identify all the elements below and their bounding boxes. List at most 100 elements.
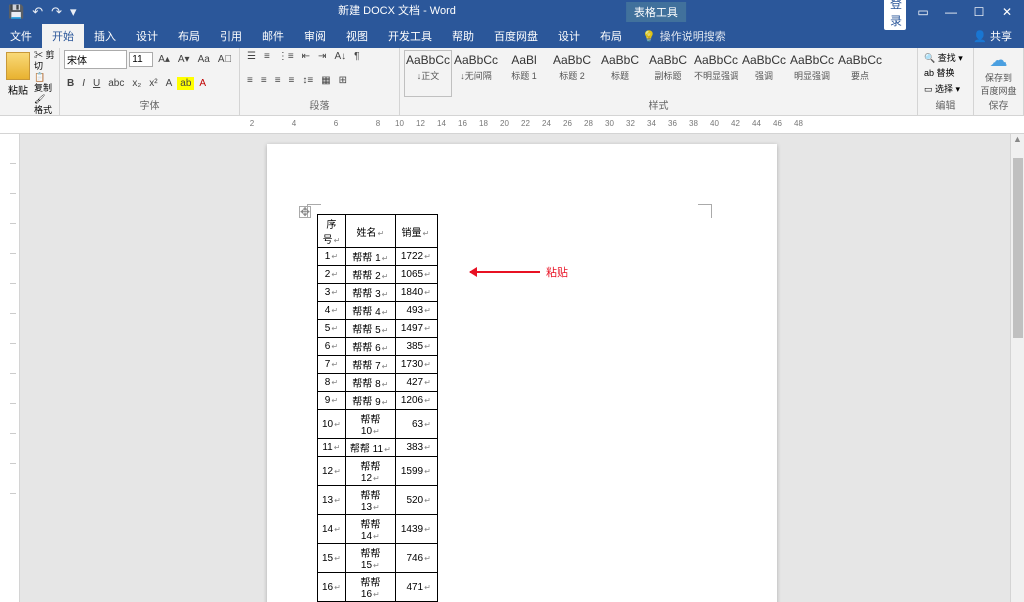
style-item[interactable]: AaBbC副标题 [644,50,692,97]
table-row[interactable]: 8↵帮帮 8↵427↵ [318,374,438,392]
borders-icon[interactable]: ⊞ [336,74,350,87]
tab-baidu[interactable]: 百度网盘 [484,24,548,48]
table-row[interactable]: 6↵帮帮 6↵385↵ [318,338,438,356]
tab-design[interactable]: 设计 [126,24,168,48]
table-cell[interactable]: 帮帮 1↵ [345,248,395,266]
table-move-handle[interactable]: ✥ [299,206,311,218]
table-cell[interactable]: 1599↵ [395,457,437,486]
table-cell[interactable]: 427↵ [395,374,437,392]
table-cell[interactable]: 1↵ [318,248,346,266]
table-row[interactable]: 10↵帮帮 10↵63↵ [318,410,438,439]
page[interactable]: ✥ 序号↵姓名↵销量↵ 1↵帮帮 1↵1722↵2↵帮帮 2↵1065↵3↵帮帮… [267,144,777,602]
table-cell[interactable]: 帮帮 15↵ [345,544,395,573]
ribbon-options-icon[interactable]: ▭ [912,5,934,19]
table-cell[interactable]: 帮帮 10↵ [345,410,395,439]
table-cell[interactable]: 5↵ [318,320,346,338]
table-cell[interactable]: 4↵ [318,302,346,320]
find-button[interactable]: 🔍 查找 ▾ [922,50,969,65]
table-cell[interactable]: 帮帮 7↵ [345,356,395,374]
table-cell[interactable]: 帮帮 16↵ [345,573,395,602]
style-item[interactable]: AaBbC标题 [596,50,644,97]
table-cell[interactable]: 帮帮 5↵ [345,320,395,338]
multilevel-icon[interactable]: ⋮≡ [275,50,297,63]
table-row[interactable]: 3↵帮帮 3↵1840↵ [318,284,438,302]
vertical-ruler[interactable] [0,134,20,602]
paste-button[interactable]: 粘贴 [4,82,32,97]
table-cell[interactable]: 帮帮 4↵ [345,302,395,320]
table-cell[interactable]: 帮帮 12↵ [345,457,395,486]
clear-format-icon[interactable]: A⃠ [215,53,235,66]
grow-font-icon[interactable]: A▴ [155,53,173,66]
font-size-select[interactable]: 11 [129,52,153,67]
table-cell[interactable]: 471↵ [395,573,437,602]
strike-button[interactable]: abc [105,77,127,90]
tab-developer[interactable]: 开发工具 [378,24,442,48]
document-canvas[interactable]: ✥ 序号↵姓名↵销量↵ 1↵帮帮 1↵1722↵2↵帮帮 2↵1065↵3↵帮帮… [20,134,1024,602]
indent-left-icon[interactable]: ⇤ [299,50,313,63]
table-row[interactable]: 5↵帮帮 5↵1497↵ [318,320,438,338]
data-table[interactable]: 序号↵姓名↵销量↵ 1↵帮帮 1↵1722↵2↵帮帮 2↵1065↵3↵帮帮 3… [317,214,438,602]
font-name-select[interactable]: 宋体 [64,50,127,69]
tab-view[interactable]: 视图 [336,24,378,48]
vertical-scrollbar[interactable]: ▲ [1010,134,1024,602]
font-color-icon[interactable]: A [196,77,209,90]
table-cell[interactable]: 14↵ [318,515,346,544]
table-cell[interactable]: 1722↵ [395,248,437,266]
table-cell[interactable]: 6↵ [318,338,346,356]
sort-icon[interactable]: A↓ [331,50,349,63]
share-button[interactable]: 👤 共享 [961,28,1024,44]
table-cell[interactable]: 1065↵ [395,266,437,284]
table-cell[interactable]: 8↵ [318,374,346,392]
tab-insert[interactable]: 插入 [84,24,126,48]
tell-me-search[interactable]: 💡 操作说明搜索 [642,28,726,44]
tab-references[interactable]: 引用 [210,24,252,48]
horizontal-ruler[interactable]: 2468101214161820222426283032343638404244… [0,116,1024,134]
table-row[interactable]: 16↵帮帮 16↵471↵ [318,573,438,602]
replace-button[interactable]: ab 替换 [922,65,969,80]
table-cell[interactable]: 11↵ [318,439,346,457]
table-cell[interactable]: 13↵ [318,486,346,515]
table-cell[interactable]: 帮帮 2↵ [345,266,395,284]
style-item[interactable]: AaBl标题 1 [500,50,548,97]
highlight-icon[interactable]: ab [177,77,194,90]
align-left-icon[interactable]: ≡ [244,74,256,87]
scroll-thumb[interactable] [1013,158,1023,338]
table-row[interactable]: 1↵帮帮 1↵1722↵ [318,248,438,266]
table-cell[interactable]: 2↵ [318,266,346,284]
table-cell[interactable]: 帮帮 8↵ [345,374,395,392]
table-row[interactable]: 2↵帮帮 2↵1065↵ [318,266,438,284]
table-cell[interactable]: 1206↵ [395,392,437,410]
cloud-icon[interactable]: ☁ [978,50,1019,71]
table-header-cell[interactable]: 姓名↵ [345,215,395,248]
subscript-button[interactable]: x₂ [129,77,144,90]
indent-right-icon[interactable]: ⇥ [315,50,329,63]
table-cell[interactable]: 63↵ [395,410,437,439]
bold-button[interactable]: B [64,77,77,90]
table-cell[interactable]: 3↵ [318,284,346,302]
style-item[interactable]: AaBbCcDı明显强调 [788,50,836,97]
shrink-font-icon[interactable]: A▾ [175,53,193,66]
table-row[interactable]: 14↵帮帮 14↵1439↵ [318,515,438,544]
tab-help[interactable]: 帮助 [442,24,484,48]
table-cell[interactable]: 帮帮 3↵ [345,284,395,302]
table-header-cell[interactable]: 序号↵ [318,215,346,248]
table-cell[interactable]: 帮帮 9↵ [345,392,395,410]
table-cell[interactable]: 16↵ [318,573,346,602]
table-cell[interactable]: 帮帮 13↵ [345,486,395,515]
shading-icon[interactable]: ▦ [318,74,333,87]
table-cell[interactable]: 1497↵ [395,320,437,338]
text-effects-icon[interactable]: A [163,77,176,90]
tab-table-design[interactable]: 设计 [548,24,590,48]
italic-button[interactable]: I [79,77,88,90]
style-item[interactable]: AaBbCcDı强调 [740,50,788,97]
table-cell[interactable]: 帮帮 14↵ [345,515,395,544]
table-cell[interactable]: 15↵ [318,544,346,573]
table-row[interactable]: 13↵帮帮 13↵520↵ [318,486,438,515]
redo-icon[interactable]: ↷ [51,4,62,20]
style-item[interactable]: AaBbCcD要点 [836,50,884,97]
table-cell[interactable]: 520↵ [395,486,437,515]
table-cell[interactable]: 帮帮 11↵ [345,439,395,457]
table-row[interactable]: 9↵帮帮 9↵1206↵ [318,392,438,410]
style-item[interactable]: AaBbCcDı↓正文 [404,50,452,97]
table-cell[interactable]: 帮帮 6↵ [345,338,395,356]
